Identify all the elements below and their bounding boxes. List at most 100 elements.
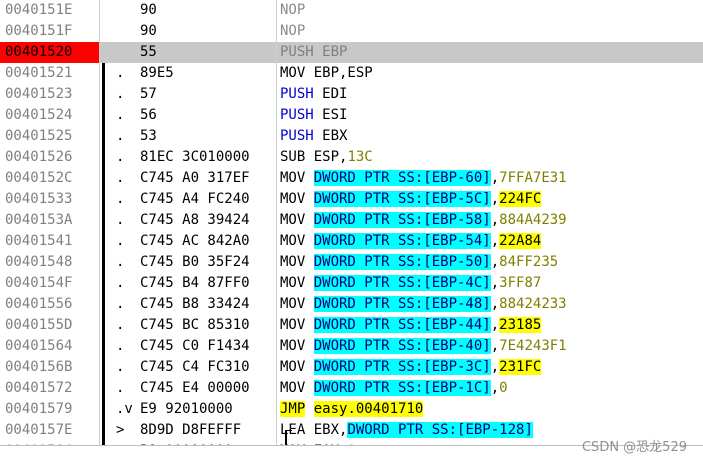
disassembly-cell[interactable]: PUSH EDI [280, 84, 347, 105]
disassembly-cell[interactable]: JMP easy.00401710 [280, 399, 424, 420]
instruction-token: MOV [280, 317, 314, 333]
address-cell[interactable]: 00401572 [0, 378, 99, 399]
address-cell[interactable]: 00401564 [0, 336, 99, 357]
address-cell[interactable]: 00401541 [0, 231, 99, 252]
address-cell[interactable]: 0040155D [0, 315, 99, 336]
hex-dump-cell[interactable]: . 81EC 3C010000 [110, 147, 276, 168]
disassembly-cell[interactable]: MOV DWORD PTR SS:[EBP-48],88424233 [280, 294, 567, 315]
disasm-row[interactable]: 00401524 . 56 PUSH ESI [0, 105, 703, 126]
disassembly-cell[interactable]: MOV EBP,ESP [280, 63, 373, 84]
address-cell[interactable]: 00401521 [0, 63, 99, 84]
hex-dump-cell[interactable]: .v E9 92010000 [110, 399, 276, 420]
disassembly-cell[interactable]: MOV DWORD PTR SS:[EBP-44],23185 [280, 315, 542, 336]
hex-dump-cell[interactable]: . C745 B4 87FF0 [110, 273, 276, 294]
address-cell[interactable]: 0040157E [0, 420, 99, 441]
hex-dump-cell[interactable]: 90 [110, 21, 276, 42]
address-cell[interactable]: 00401525 [0, 126, 99, 147]
address-cell[interactable]: 00401526 [0, 147, 99, 168]
disassembly-cell[interactable]: MOV DWORD PTR SS:[EBP-50],84FF235 [280, 252, 558, 273]
address-cell[interactable]: 00401533 [0, 189, 99, 210]
address-cell[interactable]: 00401556 [0, 294, 99, 315]
hex-dump-cell[interactable]: . C745 A0 317EF [110, 168, 276, 189]
immediate-value: 3FF87 [499, 275, 542, 291]
instruction-token: PUSH [280, 107, 314, 123]
flow-marker: . [116, 107, 125, 123]
hex-dump-cell[interactable]: . C745 BC 85310 [110, 315, 276, 336]
address-cell[interactable]: 00401548 [0, 252, 99, 273]
disassembly-cell[interactable]: PUSH ESI [280, 105, 347, 126]
disassembly-cell[interactable]: MOV DWORD PTR SS:[EBP-58],884A4239 [280, 210, 567, 231]
disasm-row-selected[interactable]: 00401520 55 PUSH EBP [0, 42, 703, 63]
immediate-value: 22A84 [499, 233, 542, 249]
hex-dump-cell[interactable]: . 57 [110, 84, 276, 105]
disassembly-cell[interactable]: LEA EBX,DWORD PTR SS:[EBP-128] [280, 420, 533, 441]
hex-dump-cell[interactable]: . C745 B8 33424 [110, 294, 276, 315]
disasm-row[interactable]: 00401572 . C745 E4 00000 MOV DWORD PTR SS:[… [0, 378, 703, 399]
flow-marker: . [116, 359, 125, 375]
disasm-row[interactable]: 0040153A . C745 A8 39424 MOV DWORD PTR SS:[… [0, 210, 703, 231]
disasm-row[interactable]: 0040151E 90 NOP [0, 0, 703, 21]
address-cell[interactable]: 00401524 [0, 105, 99, 126]
disassembly-pane[interactable]: 0040151E 90 NOP 0040151F 90 NOP 00401520 55 PUSH… [0, 0, 703, 462]
disasm-row[interactable]: 0040151F 90 NOP [0, 21, 703, 42]
disasm-row[interactable]: 0040154F . C745 B4 87FF0 MOV DWORD PTR SS:[… [0, 273, 703, 294]
hex-dump-cell[interactable]: . C745 A4 FC240 [110, 189, 276, 210]
address-cell[interactable]: 0040153A [0, 210, 99, 231]
hex-bytes: C745 A8 39424 [140, 212, 250, 228]
disassembly-cell[interactable]: MOV DWORD PTR SS:[EBP-4C],3FF87 [280, 273, 541, 294]
hex-dump-cell[interactable]: . 56 [110, 105, 276, 126]
address-cell[interactable]: 00401520 [0, 42, 99, 63]
address-cell[interactable]: 0040152C [0, 168, 99, 189]
disassembly-cell[interactable]: MOV DWORD PTR SS:[EBP-60],7FFA7E31 [280, 168, 567, 189]
disassembly-cell[interactable]: MOV DWORD PTR SS:[EBP-3C],231FC [280, 357, 542, 378]
hex-bytes: C745 A0 317EF [140, 170, 250, 186]
column-separator [99, 0, 100, 445]
disasm-row[interactable]: 0040156B . C745 C4 FC310 MOV DWORD PTR SS:[… [0, 357, 703, 378]
disassembly-cell[interactable]: NOP [280, 21, 305, 42]
hex-dump-cell[interactable]: . C745 C0 F1434 [110, 336, 276, 357]
disasm-row[interactable]: 00401579 .v E9 92010000 JMP easy.00401710 [0, 399, 703, 420]
disassembly-cell[interactable]: MOV DWORD PTR SS:[EBP-5C],224FC [280, 189, 542, 210]
hex-dump-cell[interactable]: . C745 AC 842A0 [110, 231, 276, 252]
disasm-row[interactable]: 00401523 . 57 PUSH EDI [0, 84, 703, 105]
address-cell[interactable]: 0040151F [0, 21, 99, 42]
disasm-row[interactable]: 00401526 . 81EC 3C010000 SUB ESP,13C [0, 147, 703, 168]
disasm-row[interactable]: 00401556 . C745 B8 33424 MOV DWORD PTR SS:[… [0, 294, 703, 315]
hex-dump-cell[interactable]: . C745 E4 00000 [110, 378, 276, 399]
hex-dump-cell[interactable]: . C745 B0 35F24 [110, 252, 276, 273]
flow-marker: . [116, 275, 125, 291]
disasm-row[interactable]: 00401521 . 89E5 MOV EBP,ESP [0, 63, 703, 84]
disassembly-cell[interactable]: MOV DWORD PTR SS:[EBP-54],22A84 [280, 231, 542, 252]
disasm-row[interactable]: 00401548 . C745 B0 35F24 MOV DWORD PTR SS:[… [0, 252, 703, 273]
instruction-token: MOV [280, 170, 314, 186]
hex-dump-cell[interactable]: . 53 [110, 126, 276, 147]
disasm-row[interactable]: 00401541 . C745 AC 842A0 MOV DWORD PTR SS:[… [0, 231, 703, 252]
disasm-row[interactable]: 0040152C . C745 A0 317EF MOV DWORD PTR SS:[… [0, 168, 703, 189]
hex-dump-cell[interactable]: 90 [110, 0, 276, 21]
address-cell[interactable]: 0040154F [0, 273, 99, 294]
instruction-token: , [490, 191, 500, 207]
address-cell[interactable]: 0040156B [0, 357, 99, 378]
hex-dump-cell[interactable]: . 89E5 [110, 63, 276, 84]
hex-dump-cell[interactable]: . C745 A8 39424 [110, 210, 276, 231]
address-cell[interactable]: 00401523 [0, 84, 99, 105]
disassembly-cell[interactable]: MOV DWORD PTR SS:[EBP-40],7E4243F1 [280, 336, 567, 357]
instruction-token: MOV [280, 254, 314, 270]
disasm-row[interactable]: 00401533 . C745 A4 FC240 MOV DWORD PTR SS:[… [0, 189, 703, 210]
disassembly-cell[interactable]: PUSH EBP [280, 42, 347, 63]
flow-marker: . [116, 86, 125, 102]
hex-bytes: C745 B8 33424 [140, 296, 250, 312]
flow-marker: . [116, 128, 125, 144]
disasm-row[interactable]: 0040155D . C745 BC 85310 MOV DWORD PTR SS:[… [0, 315, 703, 336]
disassembly-cell[interactable]: NOP [280, 0, 305, 21]
disasm-row[interactable]: 00401525 . 53 PUSH EBX [0, 126, 703, 147]
disassembly-cell[interactable]: PUSH EBX [280, 126, 347, 147]
address-cell[interactable]: 00401579 [0, 399, 99, 420]
hex-dump-cell[interactable]: 55 [110, 42, 276, 63]
address-cell[interactable]: 0040151E [0, 0, 99, 21]
disasm-row[interactable]: 00401564 . C745 C0 F1434 MOV DWORD PTR SS:[… [0, 336, 703, 357]
hex-dump-cell[interactable]: >8D9D D8FEFFF [110, 420, 276, 441]
disassembly-cell[interactable]: SUB ESP,13C [280, 147, 373, 168]
hex-dump-cell[interactable]: . C745 C4 FC310 [110, 357, 276, 378]
disassembly-cell[interactable]: MOV DWORD PTR SS:[EBP-1C],0 [280, 378, 508, 399]
